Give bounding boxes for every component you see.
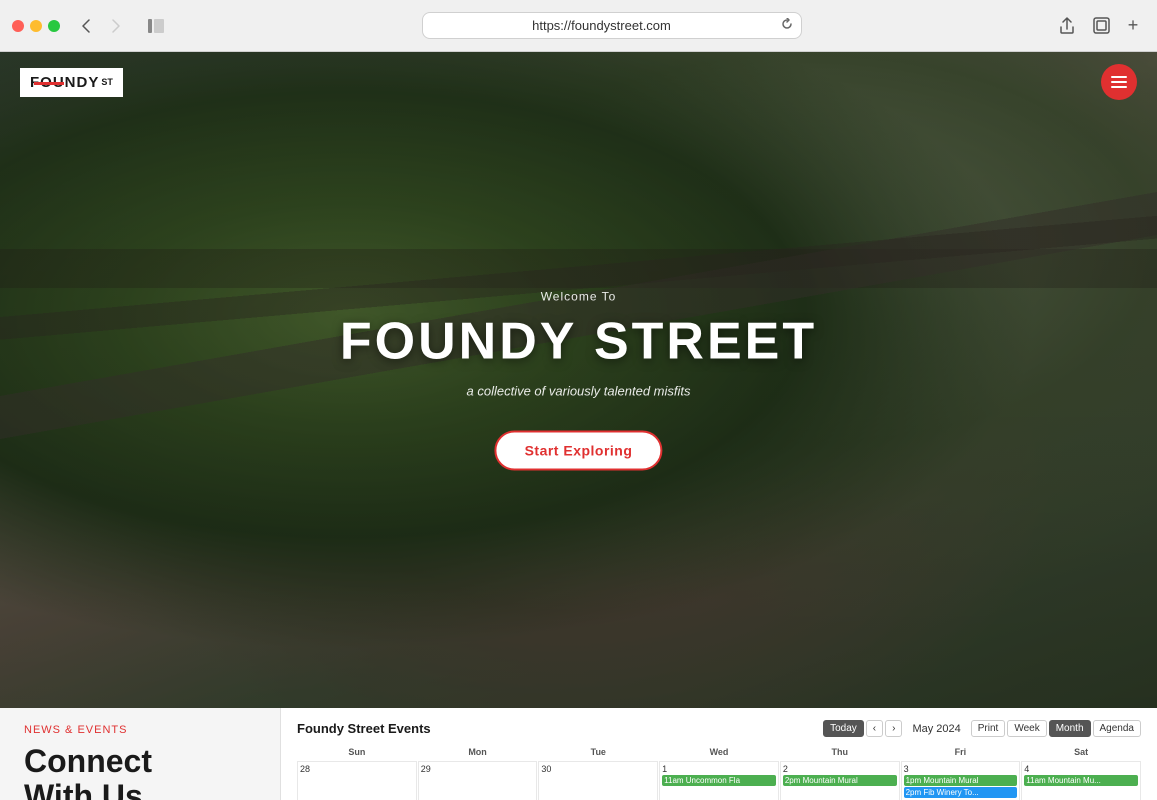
cal-day-mon: Mon (418, 745, 538, 759)
logo-bar (34, 82, 64, 85)
website-content: FOUNDY ST Welcome To FOUNDY STREET a col… (0, 52, 1157, 800)
cal-month-btn[interactable]: Month (1049, 720, 1091, 737)
calendar-grid: Sun Mon Tue Wed Thu Fri Sat 282930111am … (297, 745, 1141, 800)
cal-day-sat: Sat (1021, 745, 1141, 759)
close-button[interactable] (12, 20, 24, 32)
cal-cell[interactable]: 22pm Mountain Mural (780, 761, 900, 800)
hero-text-container: Welcome To FOUNDY STREET a collective of… (340, 290, 817, 471)
cal-day-fri: Fri (901, 745, 1021, 759)
hero-subtitle: a collective of variously talented misfi… (340, 384, 817, 399)
hamburger-line-3 (1111, 86, 1127, 88)
cal-day-thu: Thu (780, 745, 900, 759)
below-fold-section: News & Events Connect With Us Foundy Str… (0, 708, 1157, 800)
calendar-title: Foundy Street Events (297, 721, 431, 736)
logo[interactable]: FOUNDY ST (20, 68, 123, 97)
tabs-button[interactable] (1087, 12, 1115, 40)
traffic-lights (12, 20, 60, 32)
cal-prev-btn[interactable]: ‹ (866, 720, 883, 737)
site-header: FOUNDY ST (0, 52, 1157, 112)
hero-welcome: Welcome To (340, 290, 817, 304)
cal-cell[interactable]: 31pm Mountain Mural2pm Fib Winery To... (901, 761, 1021, 800)
cal-month-label: May 2024 (912, 723, 960, 735)
cal-event[interactable]: 2pm Fib Winery To... (904, 787, 1018, 798)
back-button[interactable] (72, 12, 100, 40)
cal-event[interactable]: 11am Mountain Mu... (1024, 775, 1138, 786)
cal-event[interactable]: 11am Uncommon Fla (662, 775, 776, 786)
menu-button[interactable] (1101, 64, 1137, 100)
logo-st: ST (101, 77, 113, 87)
nav-buttons (72, 12, 130, 40)
cal-cell[interactable]: 28 (297, 761, 417, 800)
browser-actions: + (1053, 12, 1145, 40)
cal-nav-group: Today ‹ › (823, 720, 902, 737)
reload-button[interactable] (781, 18, 793, 33)
hero-title: FOUNDY STREET (340, 312, 817, 372)
url-text: https://foundystreet.com (532, 18, 671, 33)
hero-section: FOUNDY ST Welcome To FOUNDY STREET a col… (0, 52, 1157, 708)
browser-chrome: https://foundystreet.com + (0, 0, 1157, 52)
start-exploring-button[interactable]: Start Exploring (495, 431, 663, 471)
hamburger-icon (1111, 76, 1127, 88)
share-button[interactable] (1053, 12, 1081, 40)
hamburger-line-1 (1111, 76, 1127, 78)
cal-next-btn[interactable]: › (885, 720, 902, 737)
section-tag: News & Events (24, 724, 256, 736)
heading-line1: Connect (24, 743, 152, 779)
cal-agenda-btn[interactable]: Agenda (1093, 720, 1141, 737)
cal-today-btn[interactable]: Today (823, 720, 864, 737)
cal-day-sun: Sun (297, 745, 417, 759)
cal-event[interactable]: 2pm Mountain Mural (783, 775, 897, 786)
calendar-section: Foundy Street Events Today ‹ › May 2024 … (280, 708, 1157, 800)
heading-line2: With Us (24, 778, 143, 800)
calendar-controls: Today ‹ › May 2024 Print Week Month Agen… (823, 720, 1141, 737)
cal-day-wed: Wed (659, 745, 779, 759)
cal-day-tue: Tue (538, 745, 658, 759)
address-bar-area: https://foundystreet.com (178, 12, 1045, 39)
section-heading: Connect With Us (24, 744, 256, 800)
maximize-button[interactable] (48, 20, 60, 32)
cal-view-buttons: Print Week Month Agenda (971, 720, 1141, 737)
cal-cell[interactable]: 411am Mountain Mu... (1021, 761, 1141, 800)
forward-button[interactable] (102, 12, 130, 40)
new-tab-button[interactable]: + (1121, 14, 1145, 38)
hamburger-line-2 (1111, 81, 1127, 83)
cal-print-btn[interactable]: Print (971, 720, 1006, 737)
cal-week-btn[interactable]: Week (1007, 720, 1046, 737)
minimize-button[interactable] (30, 20, 42, 32)
cal-body: 282930111am Uncommon Fla22pm Mountain Mu… (297, 761, 1141, 800)
calendar-header: Foundy Street Events Today ‹ › May 2024 … (297, 720, 1141, 737)
cal-event[interactable]: 1pm Mountain Mural (904, 775, 1018, 786)
cal-cell[interactable]: 29 (418, 761, 538, 800)
sidebar-button[interactable] (142, 12, 170, 40)
news-events-section: News & Events Connect With Us (0, 708, 280, 800)
address-bar[interactable]: https://foundystreet.com (422, 12, 802, 39)
cal-cell[interactable]: 111am Uncommon Fla (659, 761, 779, 800)
cal-days-header: Sun Mon Tue Wed Thu Fri Sat (297, 745, 1141, 759)
cal-cell[interactable]: 30 (538, 761, 658, 800)
